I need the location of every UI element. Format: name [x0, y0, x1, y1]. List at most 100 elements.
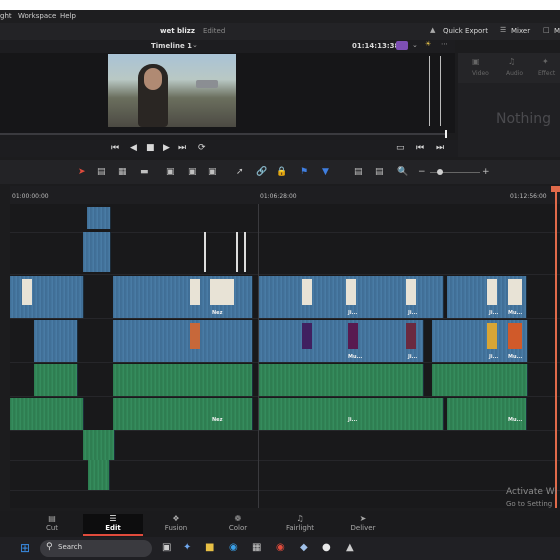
- metadata-button[interactable]: M: [554, 27, 560, 35]
- clip-label: Ji...: [348, 310, 358, 316]
- clip-label: Nez: [212, 417, 223, 423]
- clip-label: Mu...: [348, 354, 363, 360]
- copilot-icon[interactable]: ✦: [183, 542, 191, 553]
- effect-tab-icon[interactable]: ✦: [542, 57, 549, 66]
- viewer-scrubber[interactable]: [0, 133, 446, 135]
- stop-icon[interactable]: ■: [146, 143, 155, 153]
- metadata-icon: □: [543, 26, 550, 34]
- video-clip[interactable]: [113, 320, 253, 362]
- blade-tool-icon[interactable]: ▬: [140, 167, 149, 177]
- next-edit-icon[interactable]: ⏭: [436, 143, 444, 153]
- zoom-detail-icon[interactable]: ▤: [375, 167, 384, 177]
- snapping-icon[interactable]: ➚: [236, 167, 244, 177]
- viewer-mode-icon[interactable]: [396, 41, 408, 50]
- mixer-button[interactable]: Mixer: [511, 27, 530, 35]
- title-bar: wet blizz Edited ▲ Quick Export ☰ Mixer …: [0, 23, 560, 40]
- audio-clip[interactable]: [88, 460, 110, 490]
- lock-icon[interactable]: 🔒: [276, 167, 287, 177]
- audio-clip[interactable]: [259, 398, 444, 430]
- menu-item-workspace[interactable]: Workspace: [18, 12, 56, 20]
- video-tab-icon[interactable]: ▣: [472, 57, 480, 66]
- video-clip[interactable]: [83, 232, 111, 272]
- windows-start-icon[interactable]: ⊞: [20, 541, 30, 555]
- previous-edit-icon[interactable]: ⏮: [416, 143, 424, 153]
- playhead[interactable]: [555, 186, 557, 508]
- page-fairlight[interactable]: ♫ Fairlight: [270, 514, 330, 532]
- audio-meter: [429, 56, 441, 126]
- chevron-down-icon[interactable]: ⌄: [192, 41, 198, 49]
- chevron-down-icon[interactable]: ⌄: [412, 41, 418, 49]
- taskbar-search-box[interactable]: ⚲ Search: [40, 540, 152, 557]
- chrome-icon[interactable]: ◉: [276, 542, 285, 553]
- insert-clip-icon[interactable]: ▣: [166, 167, 175, 177]
- page-fusion[interactable]: ❖ Fusion: [146, 514, 206, 532]
- audio-clip[interactable]: [447, 398, 527, 430]
- page-deliver[interactable]: ➤ Deliver: [333, 514, 393, 532]
- loop-icon[interactable]: ⟳: [198, 143, 206, 153]
- store-icon[interactable]: ▦: [252, 542, 261, 553]
- project-name: wet blizz: [160, 27, 195, 35]
- tab-audio[interactable]: Audio: [506, 70, 523, 77]
- video-clip[interactable]: [87, 207, 111, 229]
- replace-clip-icon[interactable]: ▣: [208, 167, 217, 177]
- file-explorer-icon[interactable]: ■: [205, 542, 214, 553]
- app-icon[interactable]: ◆: [300, 542, 308, 553]
- tab-video[interactable]: Video: [472, 70, 489, 77]
- page-cut[interactable]: ▤ Cut: [22, 514, 82, 532]
- linked-selection-icon[interactable]: 🔗: [256, 167, 267, 177]
- timeline-tracks[interactable]: Nez Ji... Ji... Ji... Mu... Mu... Ji... …: [10, 204, 560, 508]
- timeline-ruler[interactable]: 01:00:00:00 01:06:28:00 01:12:56:00: [10, 186, 560, 204]
- flag-icon[interactable]: ⚑: [300, 167, 308, 177]
- zoom-custom-icon[interactable]: 🔍: [397, 167, 408, 177]
- audio-clip[interactable]: [432, 364, 528, 396]
- clip-label: Mu...: [508, 417, 523, 423]
- clip-label: Ji...: [348, 417, 358, 423]
- top-strip: [0, 0, 560, 10]
- edge-browser-icon[interactable]: ◉: [229, 542, 238, 553]
- ruler-tick: 01:00:00:00: [12, 193, 49, 200]
- match-frame-icon[interactable]: ▭: [396, 143, 405, 153]
- playhead-handle[interactable]: [551, 186, 560, 192]
- davinci-resolve-icon[interactable]: ●: [322, 542, 331, 553]
- more-options-icon[interactable]: ⋯: [441, 40, 448, 48]
- menu-item[interactable]: ght: [0, 12, 12, 20]
- selection-tool-icon[interactable]: ➤: [78, 167, 86, 177]
- inspector-panel: ▣ Video ♫ Audio ✦ Effect Nothing: [458, 53, 560, 157]
- audio-clip[interactable]: [113, 364, 253, 396]
- page-color[interactable]: ❁ Color: [208, 514, 268, 532]
- task-view-icon[interactable]: ▣: [162, 542, 171, 553]
- audio-clip[interactable]: [113, 398, 253, 430]
- clip-label: Mu...: [508, 354, 523, 360]
- dynamic-trim-icon[interactable]: ▦: [118, 167, 127, 177]
- play-reverse-icon[interactable]: ◀: [130, 143, 137, 153]
- marker-icon[interactable]: ▼: [322, 167, 329, 177]
- windows-taskbar: ⊞ ⚲ Search ▣ ✦ ■ ◉ ▦ ◉ ◆ ● ▲: [0, 537, 560, 560]
- zoom-out-icon[interactable]: −: [418, 167, 426, 177]
- menu-item-help[interactable]: Help: [60, 12, 76, 20]
- overwrite-clip-icon[interactable]: ▣: [188, 167, 197, 177]
- timeline-name[interactable]: Timeline 1: [151, 42, 192, 50]
- quick-export-button[interactable]: Quick Export: [443, 27, 488, 35]
- page-edit[interactable]: ☰ Edit: [83, 514, 143, 536]
- audio-clip[interactable]: [83, 430, 115, 460]
- go-to-start-icon[interactable]: ⏮: [111, 143, 119, 153]
- app-icon[interactable]: ▲: [346, 542, 354, 553]
- audio-clip[interactable]: [34, 364, 78, 396]
- zoom-slider-handle[interactable]: [437, 169, 443, 175]
- zoom-full-icon[interactable]: ▤: [354, 167, 363, 177]
- audio-clip[interactable]: [259, 364, 424, 396]
- bypass-icon[interactable]: ☀: [425, 40, 431, 48]
- search-icon: ⚲: [46, 542, 53, 552]
- audio-tab-icon[interactable]: ♫: [508, 57, 515, 66]
- scrubber-handle[interactable]: [445, 130, 447, 138]
- trim-tool-icon[interactable]: ▤: [97, 167, 106, 177]
- audio-clip[interactable]: [10, 398, 84, 430]
- go-to-end-icon[interactable]: ⏭: [178, 143, 186, 153]
- tab-effect[interactable]: Effect: [538, 70, 555, 77]
- clip-label: Ji...: [489, 354, 499, 360]
- play-icon[interactable]: ▶: [163, 143, 170, 153]
- video-clip[interactable]: [34, 320, 78, 362]
- video-clip[interactable]: [259, 320, 424, 362]
- zoom-in-icon[interactable]: +: [482, 167, 490, 177]
- menu-bar: ght Workspace Help: [0, 10, 560, 23]
